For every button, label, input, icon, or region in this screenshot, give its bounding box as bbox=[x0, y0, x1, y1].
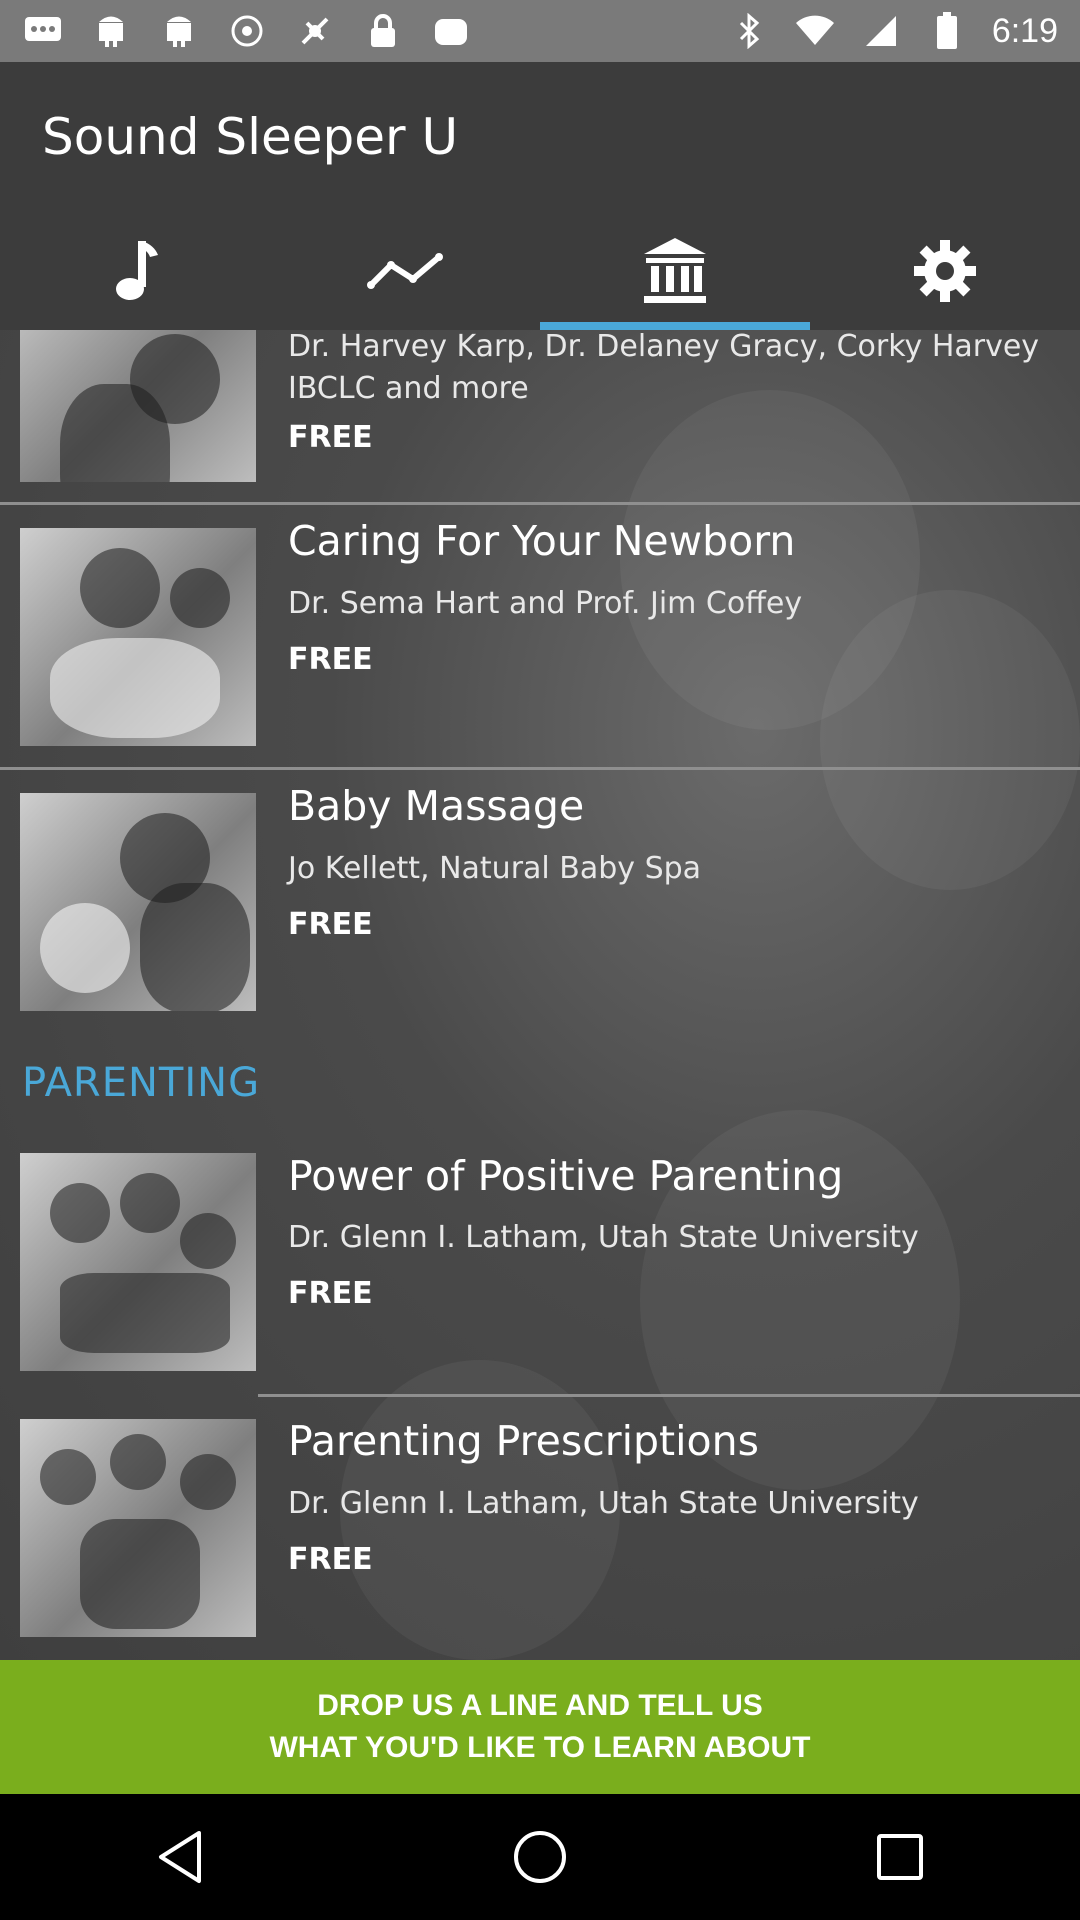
course-title: Parenting Prescriptions bbox=[288, 1417, 759, 1465]
recents-button[interactable] bbox=[845, 1802, 955, 1912]
list-item[interactable]: Baby Massage Jo Kellett, Natural Baby Sp… bbox=[0, 770, 1080, 1032]
lock-icon bbox=[362, 10, 404, 52]
cta-line-1: DROP US A LINE AND TELL US bbox=[317, 1689, 763, 1722]
back-icon bbox=[159, 1831, 201, 1883]
music-note-icon bbox=[116, 241, 158, 300]
course-title: Baby Massage bbox=[288, 782, 585, 830]
app-header: Sound Sleeper U bbox=[0, 62, 1080, 330]
no-sim-icon bbox=[294, 10, 336, 52]
cta-line-2: WHAT YOU'D LIKE TO LEARN ABOUT bbox=[269, 1731, 811, 1764]
recents-icon bbox=[877, 1834, 923, 1880]
list-item[interactable]: Caring For Your Newborn Dr. Sema Hart an… bbox=[0, 505, 1080, 767]
course-thumbnail bbox=[20, 793, 256, 1011]
course-instructors: Dr. Glenn I. Latham, Utah State Universi… bbox=[288, 1220, 919, 1255]
course-thumbnail bbox=[20, 1153, 256, 1371]
android-icon bbox=[90, 10, 132, 52]
app-title: Sound Sleeper U bbox=[42, 108, 459, 166]
home-icon bbox=[514, 1831, 566, 1883]
section-heading-parenting: PARENTING bbox=[22, 1060, 261, 1106]
course-thumbnail bbox=[20, 330, 256, 482]
message-icon bbox=[22, 10, 64, 52]
status-time: 6:19 bbox=[991, 11, 1058, 50]
wifi-icon bbox=[794, 10, 836, 52]
app-icon bbox=[430, 10, 472, 52]
tab-music[interactable] bbox=[0, 212, 270, 330]
bluetooth-icon bbox=[728, 10, 770, 52]
home-button[interactable] bbox=[485, 1802, 595, 1912]
android-icon bbox=[158, 10, 200, 52]
library-icon bbox=[644, 238, 706, 303]
course-instructors: Jo Kellett, Natural Baby Spa bbox=[288, 851, 702, 886]
course-title: Caring For Your Newborn bbox=[288, 517, 796, 565]
course-price: FREE bbox=[288, 1542, 373, 1577]
list-item[interactable]: Dr. Harvey Karp, Dr. Delaney Gracy, Cork… bbox=[0, 330, 1080, 504]
trend-line-icon bbox=[367, 253, 443, 289]
tab-settings[interactable] bbox=[810, 212, 1080, 330]
course-instructors: Dr. Sema Hart and Prof. Jim Coffey bbox=[288, 586, 803, 621]
back-button[interactable] bbox=[125, 1802, 235, 1912]
gear-icon bbox=[914, 240, 976, 302]
course-thumbnail bbox=[20, 1419, 256, 1637]
signal-icon bbox=[860, 10, 902, 52]
tab-bar bbox=[0, 212, 1080, 330]
course-price: FREE bbox=[288, 907, 373, 942]
course-title: Power of Positive Parenting bbox=[288, 1152, 844, 1200]
feedback-cta-button[interactable]: DROP US A LINE AND TELL US WHAT YOU'D LI… bbox=[0, 1660, 1080, 1794]
course-instructors: Dr. Glenn I. Latham, Utah State Universi… bbox=[288, 1486, 919, 1521]
course-list[interactable]: Dr. Harvey Karp, Dr. Delaney Gracy, Cork… bbox=[0, 330, 1080, 1660]
list-item[interactable]: Power of Positive Parenting Dr. Glenn I.… bbox=[0, 1130, 1080, 1392]
cast-icon bbox=[226, 10, 268, 52]
course-price: FREE bbox=[288, 420, 373, 455]
list-item[interactable]: Parenting Prescriptions Dr. Glenn I. Lat… bbox=[0, 1397, 1080, 1659]
battery-icon bbox=[926, 10, 968, 52]
tab-progress[interactable] bbox=[270, 212, 540, 330]
course-price: FREE bbox=[288, 642, 373, 677]
tab-university[interactable] bbox=[540, 212, 810, 330]
status-bar: 6:19 bbox=[0, 0, 1080, 62]
system-nav-bar bbox=[0, 1794, 1080, 1920]
course-price: FREE bbox=[288, 1276, 373, 1311]
course-thumbnail bbox=[20, 528, 256, 746]
course-instructors: Dr. Harvey Karp, Dr. Delaney Gracy, Cork… bbox=[288, 330, 1040, 406]
